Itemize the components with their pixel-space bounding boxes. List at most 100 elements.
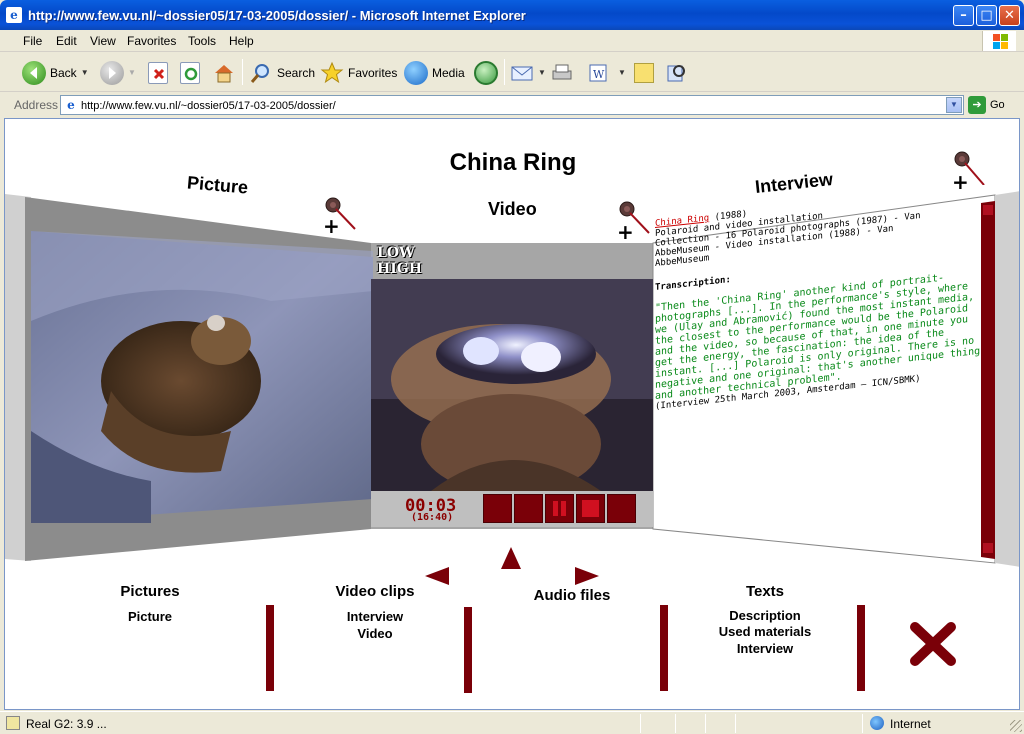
windows-logo-icon	[982, 31, 1016, 51]
favorites-button[interactable]: Favorites	[320, 59, 397, 86]
nav-interview-clip-link[interactable]: Interview	[315, 609, 435, 624]
nav-divider	[857, 605, 865, 691]
window-border-right	[1020, 118, 1024, 710]
menu-favorites[interactable]: Favorites	[127, 34, 176, 48]
arrow-up-icon[interactable]	[499, 545, 523, 571]
forward-dropdown-icon[interactable]: ▼	[128, 68, 136, 77]
stop-square-icon	[582, 500, 599, 517]
pause-icon	[553, 501, 566, 516]
title-bar: e http://www.few.vu.nl/~dossier05/17-03-…	[0, 0, 1024, 30]
home-button[interactable]	[212, 59, 236, 86]
minimize-button[interactable]: –	[953, 5, 974, 26]
address-label: Address	[14, 98, 59, 112]
add-video-plus[interactable]: +	[617, 220, 634, 244]
media-label: Media	[432, 65, 465, 80]
address-dropdown-icon[interactable]: ▼	[946, 97, 962, 113]
media-button[interactable]: Media	[404, 59, 465, 86]
go-arrow-icon: ➔	[968, 96, 986, 114]
resize-grip[interactable]	[1010, 720, 1022, 732]
toolbar: Back ▼ ▼ Search Favorites Media ▼ W ▼	[0, 53, 1024, 92]
nav-picture-link[interactable]: Picture	[95, 609, 205, 624]
word-edit-icon: W	[586, 61, 610, 85]
menu-tools[interactable]: Tools	[188, 34, 216, 48]
research-button[interactable]	[664, 59, 688, 86]
forward-arrow-icon	[100, 60, 124, 85]
ie-icon: e	[6, 7, 22, 23]
print-button[interactable]	[550, 59, 574, 86]
back-button[interactable]: Back ▼	[22, 59, 89, 86]
video-duration: (16:40)	[411, 512, 454, 523]
address-bar: Address e ▼ ➔ Go	[0, 93, 1024, 117]
edit-dropdown-icon[interactable]: ▼	[618, 68, 626, 77]
arrow-right-icon[interactable]	[573, 565, 601, 587]
back-label: Back	[50, 65, 77, 80]
nav-divider	[464, 607, 472, 693]
interview-scrollbar[interactable]	[981, 197, 995, 559]
go-button[interactable]: ➔ Go	[968, 96, 1005, 114]
forward-video-button[interactable]	[607, 494, 636, 523]
status-text: Real G2: 3.9 ...	[26, 717, 107, 731]
back-dropdown-icon[interactable]: ▼	[81, 68, 89, 77]
discuss-button[interactable]	[634, 59, 654, 86]
step-button[interactable]	[514, 494, 543, 523]
video-frame	[371, 279, 653, 491]
nav-texts-heading: Texts	[745, 583, 785, 600]
internet-zone-icon	[870, 716, 884, 730]
svg-text:W: W	[593, 68, 605, 81]
maximize-button[interactable]: □	[976, 5, 997, 26]
nav-used-materials-link[interactable]: Used materials	[695, 624, 835, 639]
nav-video-clip-link[interactable]: Video	[315, 626, 435, 641]
favorites-star-icon	[320, 61, 344, 85]
security-zone-label: Internet	[890, 717, 931, 731]
nav-pictures-heading: Pictures	[120, 583, 180, 600]
stop-button[interactable]	[148, 59, 168, 86]
address-field[interactable]: e ▼	[60, 95, 964, 115]
menu-help[interactable]: Help	[229, 34, 254, 48]
note-icon	[634, 62, 654, 83]
favorites-label: Favorites	[348, 65, 398, 80]
page-title: China Ring	[449, 149, 577, 176]
search-label: Search	[277, 65, 316, 80]
close-button[interactable]: ✕	[999, 5, 1020, 26]
forward-button[interactable]: ▼	[100, 59, 136, 86]
mail-button[interactable]: ▼	[510, 59, 546, 86]
page-status-icon	[6, 716, 20, 730]
nav-divider	[266, 605, 274, 691]
video-player[interactable]: LOW HIGH 00:03 (16:40)	[371, 245, 653, 527]
refresh-button[interactable]	[180, 59, 200, 86]
rewind-button[interactable]	[483, 494, 512, 523]
menu-edit[interactable]: Edit	[56, 34, 77, 48]
interview-text: China Ring (1988) Polaroid and video ins…	[655, 184, 985, 412]
stop-video-button[interactable]	[576, 494, 605, 523]
panel-title-video: Video	[488, 199, 537, 219]
back-arrow-icon	[22, 60, 46, 85]
nav-interview-text-link[interactable]: Interview	[695, 641, 835, 656]
refresh-icon	[180, 61, 200, 84]
quality-low-link[interactable]: LOW	[377, 245, 415, 261]
stop-icon	[148, 61, 168, 84]
search-icon	[249, 61, 273, 85]
quality-high-link[interactable]: HIGH	[377, 261, 422, 277]
pause-button[interactable]	[545, 494, 574, 523]
mail-dropdown-icon[interactable]: ▼	[538, 68, 546, 77]
menu-file[interactable]: File	[23, 34, 42, 48]
edit-button[interactable]: W ▼	[586, 59, 626, 86]
printer-icon	[550, 61, 574, 85]
page-content: China Ring Picture Video Interview + + +	[4, 118, 1020, 710]
search-button[interactable]: Search	[249, 59, 315, 86]
video-controls: 00:03 (16:40)	[371, 491, 653, 527]
status-bar: Real G2: 3.9 ... Internet	[0, 711, 1024, 734]
research-icon	[664, 61, 688, 85]
nav-divider	[660, 605, 668, 691]
nav-description-link[interactable]: Description	[695, 608, 835, 623]
nav-videoclips-heading: Video clips	[335, 583, 415, 600]
mail-envelope-icon	[510, 61, 534, 85]
picture-image[interactable]	[31, 231, 373, 527]
page-ie-icon: e	[67, 98, 75, 112]
go-label: Go	[990, 99, 1005, 111]
close-x-icon[interactable]	[909, 621, 957, 667]
address-input[interactable]	[81, 98, 941, 113]
menu-view[interactable]: View	[90, 34, 116, 48]
history-button[interactable]	[474, 59, 498, 86]
window-title: http://www.few.vu.nl/~dossier05/17-03-20…	[28, 8, 526, 23]
